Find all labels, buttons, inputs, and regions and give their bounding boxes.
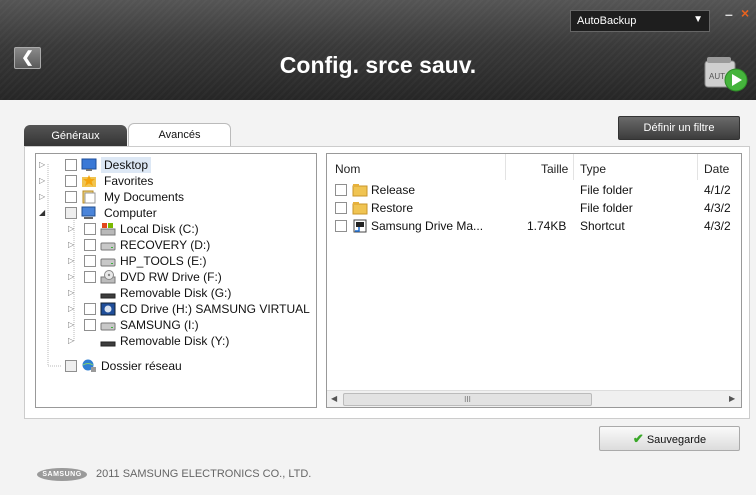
computer-icon	[81, 206, 96, 219]
file-date: 4/3/2	[704, 201, 731, 215]
removable-disk-icon	[100, 341, 116, 347]
file-name: Restore	[371, 201, 414, 215]
tree-checkbox[interactable]	[65, 159, 77, 171]
file-row[interactable]: Samsung Drive Ma... 1.74KB Shortcut 4/3/…	[327, 217, 741, 235]
expand-arrow-icon[interactable]: ▷	[39, 173, 49, 189]
file-date: 4/3/2	[704, 219, 731, 233]
samsung-logo: SAMSUNG	[37, 468, 87, 481]
expand-arrow-icon[interactable]: ▷	[68, 269, 78, 285]
profile-select[interactable]: AutoBackup ▼	[570, 10, 710, 32]
local-disk-icon	[100, 223, 116, 236]
save-button[interactable]: ✔ Sauvegarde	[599, 426, 740, 451]
save-button-label: Sauvegarde	[646, 434, 707, 446]
desktop-icon	[81, 158, 97, 171]
tree-checkbox[interactable]	[84, 271, 96, 283]
expand-arrow-icon[interactable]: ▷	[68, 301, 78, 317]
expand-arrow-icon[interactable]: ▷	[68, 253, 78, 269]
tab-general[interactable]: Généraux	[24, 125, 127, 147]
cd-drive-icon	[100, 302, 116, 316]
file-name: Release	[371, 183, 416, 197]
tree-item-label: RECOVERY (D:)	[120, 238, 211, 252]
tree-checkbox[interactable]	[84, 303, 96, 315]
row-checkbox[interactable]	[335, 220, 347, 232]
tree-item-label: Favorites	[104, 174, 154, 188]
folder-icon	[352, 184, 368, 197]
autobackup-icon: AUT	[704, 57, 748, 92]
tree-checkbox[interactable]	[65, 175, 77, 187]
file-name: Samsung Drive Ma...	[371, 219, 484, 233]
removable-disk-icon	[100, 293, 116, 299]
page-title: Config. srce sauv.	[279, 52, 477, 78]
column-divider	[505, 154, 506, 180]
profile-select-value: AutoBackup	[577, 15, 637, 27]
tree-item-label: Removable Disk (Y:)	[120, 334, 230, 348]
folder-icon	[352, 202, 368, 215]
file-date: 4/1/2	[704, 183, 731, 197]
checkmark-icon: ✔	[632, 431, 644, 446]
drive-icon	[100, 322, 116, 331]
close-button[interactable]: ×	[741, 5, 749, 21]
row-checkbox[interactable]	[335, 184, 347, 196]
file-list[interactable]: Nom Taille Type Date Release File folder…	[326, 153, 742, 408]
expand-arrow-icon[interactable]: ▷	[39, 189, 49, 205]
folder-tree[interactable]: ▷ Desktop ▷ Favorites ▷ My Documents ◢ C…	[35, 153, 317, 408]
tree-item-label: HP_TOOLS (E:)	[120, 254, 207, 268]
tree-item-label: SAMSUNG (I:)	[120, 318, 199, 332]
chevron-down-icon: ▼	[693, 14, 703, 25]
column-divider	[573, 154, 574, 180]
tree-checkbox[interactable]	[84, 319, 96, 331]
horizontal-scrollbar[interactable]: ◀ III ▶	[327, 390, 741, 407]
expand-arrow-icon[interactable]: ▷	[68, 285, 78, 301]
file-size: 1.74KB	[527, 219, 567, 233]
tab-advanced[interactable]: Avancés	[128, 123, 231, 147]
file-row[interactable]: Restore File folder 4/3/2	[327, 199, 741, 217]
tree-checkbox[interactable]	[84, 255, 96, 267]
drive-icon	[100, 242, 116, 251]
scroll-thumb[interactable]: III	[343, 393, 592, 406]
column-header-date[interactable]: Date	[704, 162, 729, 176]
dvd-drive-icon	[100, 270, 116, 284]
tree-item-label: My Documents	[104, 190, 185, 204]
tree-item-label: Removable Disk (G:)	[120, 286, 232, 300]
minimize-button[interactable]: –	[725, 6, 733, 22]
file-type: Shortcut	[580, 219, 625, 233]
expand-arrow-icon[interactable]: ▷	[68, 221, 78, 237]
expand-arrow-icon[interactable]: ▷	[68, 317, 78, 333]
column-header-name[interactable]: Nom	[335, 162, 360, 176]
expand-arrow-icon[interactable]: ▷	[68, 237, 78, 253]
tree-item-label: Local Disk (C:)	[120, 222, 199, 236]
shortcut-icon	[353, 219, 367, 233]
auto-badge-text: AUT	[709, 72, 725, 81]
define-filter-button[interactable]: Définir un filtre	[618, 116, 740, 140]
network-icon	[82, 359, 96, 372]
tree-checkbox[interactable]	[65, 207, 77, 219]
copyright-text: 2011 SAMSUNG ELECTRONICS CO., LTD.	[96, 468, 312, 480]
collapse-arrow-icon[interactable]: ◢	[39, 205, 49, 221]
star-folder-icon	[82, 175, 96, 187]
column-header-type[interactable]: Type	[580, 162, 606, 176]
drive-icon	[100, 258, 116, 267]
row-checkbox[interactable]	[335, 202, 347, 214]
file-type: File folder	[580, 183, 633, 197]
column-divider	[697, 154, 698, 180]
file-row[interactable]: Release File folder 4/1/2	[327, 181, 741, 199]
file-type: File folder	[580, 201, 633, 215]
scroll-right-icon[interactable]: ▶	[729, 394, 735, 403]
scroll-left-icon[interactable]: ◀	[331, 394, 337, 403]
tree-item-label: Desktop	[101, 157, 152, 173]
tree-checkbox[interactable]	[65, 191, 77, 203]
expand-arrow-icon[interactable]: ▷	[68, 333, 78, 349]
tree-item-label: Computer	[104, 206, 157, 220]
tree-item-label: CD Drive (H:) SAMSUNG VIRTUAL	[120, 302, 310, 316]
tree-item-label: DVD RW Drive (F:)	[120, 270, 222, 284]
tree-checkbox[interactable]	[84, 239, 96, 251]
column-header-size[interactable]: Taille	[541, 162, 568, 176]
tree-checkbox[interactable]	[84, 223, 96, 235]
tree-checkbox[interactable]	[65, 360, 77, 372]
expand-arrow-icon[interactable]: ▷	[39, 157, 49, 173]
header-bar: ❮ Config. srce sauv. AutoBackup ▼ – × AUT	[0, 0, 756, 100]
tree-item-label: Dossier réseau	[101, 359, 182, 373]
documents-icon	[82, 190, 96, 204]
